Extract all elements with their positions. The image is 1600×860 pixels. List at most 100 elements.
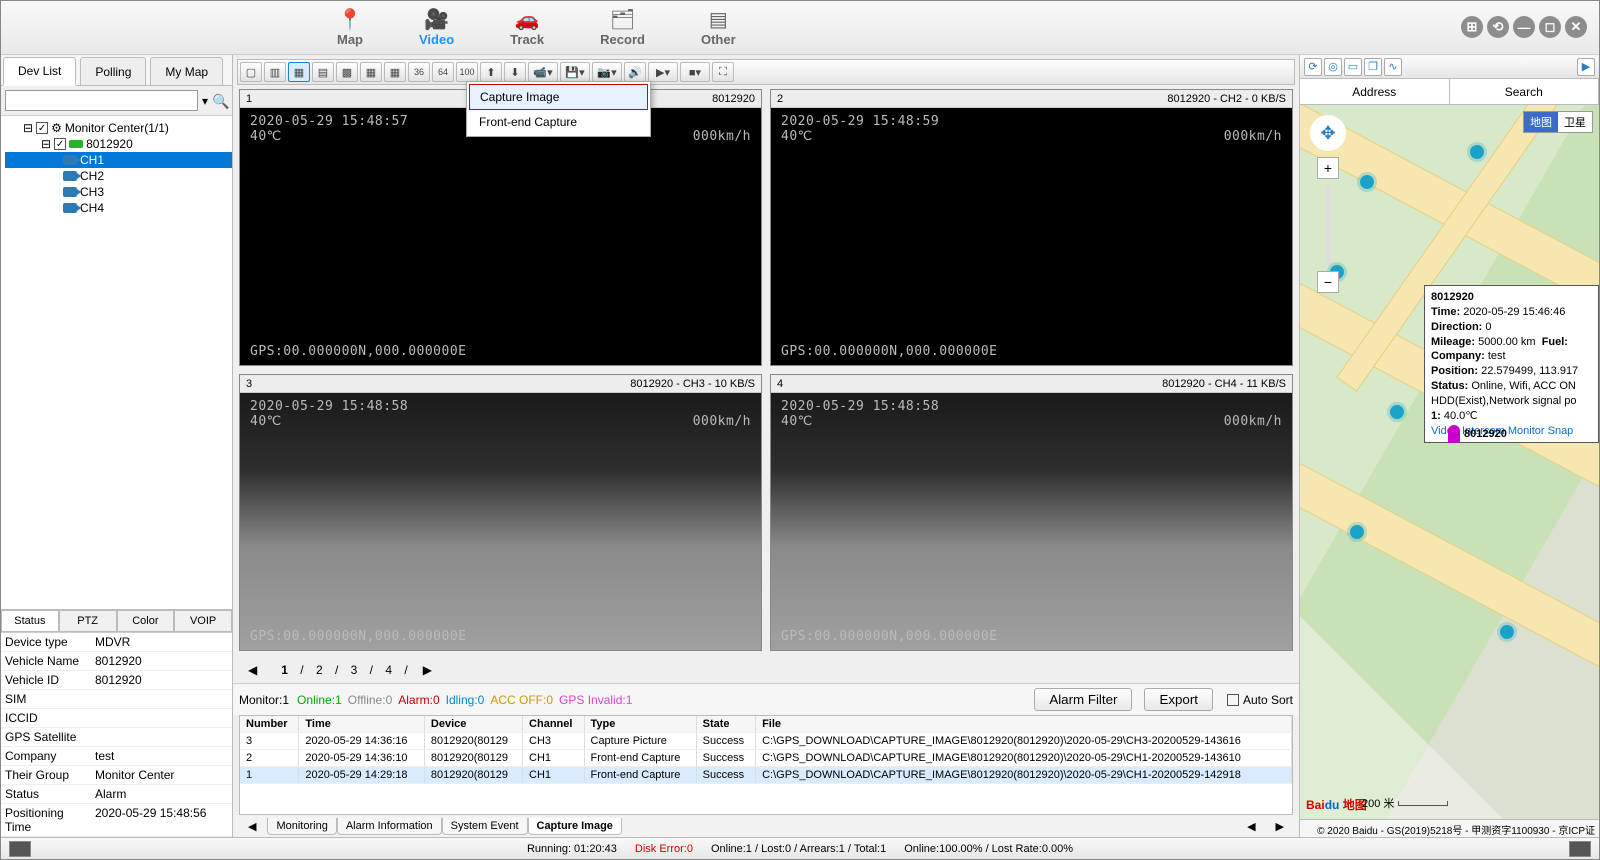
page-down-icon[interactable]: ⬇ bbox=[504, 62, 526, 82]
layout-split-icon[interactable]: ▥ bbox=[264, 62, 286, 82]
tree-device[interactable]: ⊟✓8012920 bbox=[5, 136, 232, 152]
btab-monitoring[interactable]: Monitoring bbox=[267, 818, 336, 835]
maptool-refresh-icon[interactable]: ⟳ bbox=[1304, 58, 1322, 76]
device-search-input[interactable] bbox=[5, 90, 198, 111]
tiplink-monitor[interactable]: Monitor bbox=[1508, 425, 1545, 437]
camera-icon[interactable]: 📷▾ bbox=[592, 62, 622, 82]
tree-channel-ch2[interactable]: CH2 bbox=[5, 168, 232, 184]
video-cell-4[interactable]: 48012920 - CH4 - 11 KB/S2020-05-29 15:48… bbox=[770, 374, 1293, 651]
topnav-other[interactable]: ▤Other bbox=[701, 8, 736, 47]
table-row[interactable]: 12020-05-29 14:29:188012920(80129CH1Fron… bbox=[240, 767, 1292, 784]
subtab-status[interactable]: Status bbox=[1, 610, 59, 632]
btab-capture-image[interactable]: Capture Image bbox=[528, 818, 622, 835]
pager-prev[interactable]: ◀ bbox=[239, 660, 266, 680]
page-up-icon[interactable]: ⬆ bbox=[480, 62, 502, 82]
map-canvas[interactable]: 地图 卫星 ✥ + − 8012920 Time: 2020-05-29 15:… bbox=[1300, 105, 1599, 819]
lefttab-dev-list[interactable]: Dev List bbox=[3, 57, 76, 86]
prop-key: Device type bbox=[1, 633, 91, 651]
page-2[interactable]: 2 bbox=[307, 660, 332, 680]
fullscreen-icon[interactable]: ⛶ bbox=[712, 62, 734, 82]
col-type[interactable]: Type bbox=[584, 716, 696, 733]
address-field[interactable]: Address bbox=[1300, 79, 1450, 104]
grid-button[interactable]: ⊞ bbox=[1461, 16, 1483, 38]
address-search-button[interactable]: Search bbox=[1450, 79, 1600, 104]
maptool-globe-icon[interactable]: ◎ bbox=[1324, 58, 1342, 76]
maptool-window-icon[interactable]: ❐ bbox=[1364, 58, 1382, 76]
topnav-video[interactable]: 🎥Video bbox=[419, 8, 454, 47]
layout-8-icon[interactable]: ▩ bbox=[336, 62, 358, 82]
menu-frontend-capture[interactable]: Front-end Capture bbox=[469, 110, 648, 134]
tree-root[interactable]: ⊟✓⚙Monitor Center(1/1) bbox=[5, 120, 232, 136]
sync-button[interactable]: ⟲ bbox=[1487, 16, 1509, 38]
ptz-icon[interactable]: 📹▾ bbox=[528, 62, 558, 82]
col-file[interactable]: File bbox=[756, 716, 1292, 733]
tiplink-snap[interactable]: Snap bbox=[1548, 425, 1574, 437]
video-cell-3[interactable]: 38012920 - CH3 - 10 KB/S2020-05-29 15:48… bbox=[239, 374, 762, 651]
search-icon[interactable]: 🔍 bbox=[212, 93, 228, 109]
zoom-slider[interactable] bbox=[1325, 185, 1331, 265]
maptype-satellite[interactable]: 卫星 bbox=[1558, 112, 1592, 132]
maptool-link-icon[interactable]: ∿ bbox=[1384, 58, 1402, 76]
layout-36-button[interactable]: 36 bbox=[408, 62, 430, 82]
table-row[interactable]: 22020-05-29 14:36:108012920(80129CH1Fron… bbox=[240, 750, 1292, 767]
layout-100-button[interactable]: 100 bbox=[456, 62, 478, 82]
layout-4-icon[interactable]: ▦ bbox=[288, 62, 310, 82]
subtab-ptz[interactable]: PTZ bbox=[59, 610, 117, 632]
audio-icon[interactable]: 🔊 bbox=[624, 62, 646, 82]
menu-capture-image[interactable]: Capture Image bbox=[469, 84, 648, 110]
subtab-color[interactable]: Color bbox=[117, 610, 175, 632]
topnav-record[interactable]: 🗂Record bbox=[600, 8, 645, 47]
btab-alarm-information[interactable]: Alarm Information bbox=[337, 818, 442, 835]
layout-9-icon[interactable]: ▦ bbox=[360, 62, 382, 82]
topnav-map[interactable]: 📍Map bbox=[337, 8, 363, 47]
statusbar-left-icon[interactable] bbox=[9, 841, 31, 857]
vehicle-marker[interactable]: 8012920 bbox=[1448, 425, 1507, 443]
layout-64-button[interactable]: 64 bbox=[432, 62, 454, 82]
stop-icon[interactable]: ■▾ bbox=[680, 62, 710, 82]
maptool-collapse-icon[interactable]: ▶ bbox=[1577, 58, 1595, 76]
col-number[interactable]: Number bbox=[240, 716, 299, 733]
layout-6-icon[interactable]: ▤ bbox=[312, 62, 334, 82]
statusbar-right-icon[interactable] bbox=[1569, 841, 1591, 857]
col-channel[interactable]: Channel bbox=[523, 716, 584, 733]
map-type-switch[interactable]: 地图 卫星 bbox=[1523, 111, 1593, 133]
tree-channel-ch3[interactable]: CH3 bbox=[5, 184, 232, 200]
lefttab-my-map[interactable]: My Map bbox=[150, 57, 223, 86]
table-row[interactable]: 32020-05-29 14:36:168012920(80129CH3Capt… bbox=[240, 733, 1292, 750]
maptool-fit-icon[interactable]: ▭ bbox=[1344, 58, 1362, 76]
col-time[interactable]: Time bbox=[299, 716, 424, 733]
page-4[interactable]: 4 bbox=[376, 660, 401, 680]
record-icon[interactable]: 💾▾ bbox=[560, 62, 590, 82]
topnav-track[interactable]: 🚗Track bbox=[510, 8, 544, 47]
minimize-button[interactable]: — bbox=[1513, 16, 1535, 38]
col-state[interactable]: State bbox=[696, 716, 755, 733]
maptype-map[interactable]: 地图 bbox=[1524, 112, 1558, 132]
play-icon[interactable]: ▶▾ bbox=[648, 62, 678, 82]
lefttab-polling[interactable]: Polling bbox=[80, 57, 146, 86]
dropdown-icon[interactable]: ▾ bbox=[202, 94, 208, 108]
close-button[interactable]: ✕ bbox=[1565, 16, 1587, 38]
video-cell-2[interactable]: 28012920 - CH2 - 0 KB/S2020-05-29 15:48:… bbox=[770, 89, 1293, 366]
autosort-checkbox[interactable]: Auto Sort bbox=[1227, 693, 1293, 707]
capture-table-wrap[interactable]: NumberTimeDeviceChannelTypeStateFile 320… bbox=[239, 715, 1293, 815]
btabs-scroll-left[interactable]: ◀ bbox=[1238, 817, 1264, 836]
btabs-scroll-right[interactable]: ▶ bbox=[1267, 817, 1293, 836]
export-button[interactable]: Export bbox=[1144, 688, 1213, 711]
subtab-voip[interactable]: VOIP bbox=[174, 610, 232, 632]
device-tree[interactable]: ⊟✓⚙Monitor Center(1/1) ⊟✓8012920 CH1CH2C… bbox=[1, 116, 232, 609]
page-3[interactable]: 3 bbox=[342, 660, 367, 680]
col-device[interactable]: Device bbox=[424, 716, 522, 733]
layout-single-icon[interactable]: ▢ bbox=[240, 62, 262, 82]
layout-16-icon[interactable]: ▦ bbox=[384, 62, 406, 82]
pager-next[interactable]: ▶ bbox=[414, 660, 441, 680]
btabs-prev[interactable]: ◀ bbox=[239, 817, 265, 836]
tree-channel-ch4[interactable]: CH4 bbox=[5, 200, 232, 216]
page-1[interactable]: 1 bbox=[272, 660, 297, 680]
tree-channel-ch1[interactable]: CH1 bbox=[5, 152, 232, 168]
btab-system-event[interactable]: System Event bbox=[442, 818, 528, 835]
zoom-in-button[interactable]: + bbox=[1317, 157, 1339, 179]
alarm-filter-button[interactable]: Alarm Filter bbox=[1034, 688, 1132, 711]
compass-icon[interactable]: ✥ bbox=[1310, 115, 1346, 151]
maximize-button[interactable]: ◻ bbox=[1539, 16, 1561, 38]
zoom-out-button[interactable]: − bbox=[1317, 271, 1339, 293]
